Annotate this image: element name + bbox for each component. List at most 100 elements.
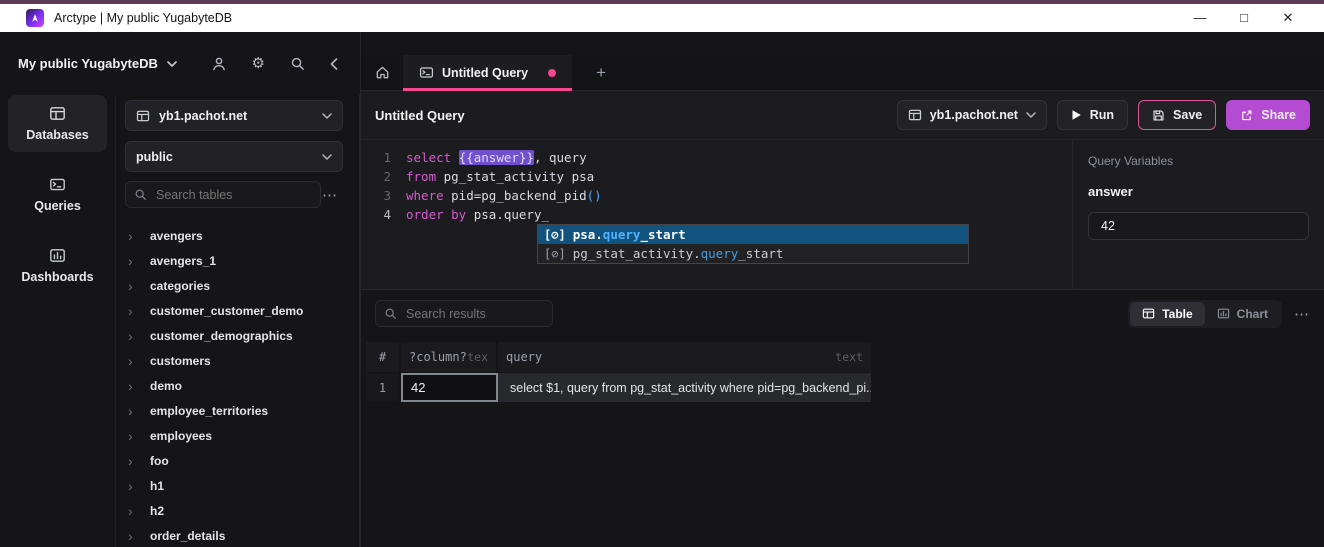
autocomplete-item-pg-stat-activity-query-start[interactable]: [⊘] pg_stat_activity.query_start xyxy=(538,244,968,263)
chevron-right-icon[interactable]: › xyxy=(128,504,142,518)
chevron-right-icon[interactable]: › xyxy=(128,429,142,443)
results-table-header: # ?column? tex query text xyxy=(366,342,871,372)
header-column-1[interactable]: ?column? tex xyxy=(401,342,498,372)
line-number: 1 xyxy=(361,148,391,167)
code-text: order by psa.query_ xyxy=(406,205,549,224)
table-item-demo[interactable]: › demo xyxy=(116,373,359,398)
share-button[interactable]: Share xyxy=(1226,100,1310,130)
table-name: foo xyxy=(150,454,169,468)
workspace-switcher[interactable]: My public YugabyteDB xyxy=(18,56,177,71)
workspace-name: My public YugabyteDB xyxy=(18,56,158,71)
code-line-3: 3 where pid=pg_backend_pid() xyxy=(361,186,1072,205)
table-name: h2 xyxy=(150,504,164,518)
table-item-foo[interactable]: › foo xyxy=(116,448,359,473)
table-icon xyxy=(1142,307,1155,320)
header-row-number: # xyxy=(366,342,401,372)
chevron-right-icon[interactable]: › xyxy=(128,404,142,418)
query-actions: yb1.pachot.net Run xyxy=(897,100,1310,130)
table-item-h1[interactable]: › h1 xyxy=(116,473,359,498)
table-name: demo xyxy=(150,379,182,393)
table-item-employee-territories[interactable]: ›employee_territories xyxy=(116,398,359,423)
chevron-right-icon[interactable]: › xyxy=(128,329,142,343)
table-name: avengers xyxy=(150,229,203,243)
table-item-avengers[interactable]: › avengers xyxy=(116,223,359,248)
query-cell-value[interactable]: select $1, query from pg_stat_activity w… xyxy=(498,373,871,402)
row-number-cell[interactable]: 1 xyxy=(366,373,401,402)
nav-item-dashboards[interactable]: Dashboards xyxy=(8,237,107,294)
selected-cell-value[interactable]: 42 xyxy=(401,373,498,402)
column-name: ?column? xyxy=(409,350,467,364)
view-table-button[interactable]: Table xyxy=(1130,302,1204,326)
tables-more-icon[interactable]: ⋯ xyxy=(322,186,343,204)
table-name: customer_demographics xyxy=(150,329,293,343)
variable-token: {{answer}} xyxy=(459,150,534,165)
collapse-sidebar-icon[interactable] xyxy=(330,58,338,70)
table-item-categories[interactable]: ›categories xyxy=(116,273,359,298)
run-button[interactable]: Run xyxy=(1057,100,1128,130)
schema-dropdown[interactable]: public xyxy=(125,141,343,172)
results-more-icon[interactable]: ⋯ xyxy=(1294,305,1310,323)
table-item-customer-customer-demo[interactable]: › customer_customer_demo xyxy=(116,298,359,323)
view-chart-button[interactable]: Chart xyxy=(1205,302,1280,326)
table-item-avengers-1[interactable]: › avengers_1 xyxy=(116,248,359,273)
chevron-down-icon xyxy=(167,61,177,67)
header-column-query[interactable]: query text xyxy=(498,342,871,372)
save-button[interactable]: Save xyxy=(1138,100,1216,130)
chevron-right-icon[interactable]: › xyxy=(128,479,142,493)
line-number: 3 xyxy=(361,186,391,205)
sql-editor[interactable]: 1 select {{answer}}, query 2 from pg_sta… xyxy=(361,140,1072,289)
code-text: where pid=pg_backend_pid() xyxy=(406,186,602,205)
main-top-spacer xyxy=(361,32,1324,56)
results-region: Table Chart ⋯ xyxy=(361,290,1324,547)
chevron-right-icon[interactable]: › xyxy=(128,354,142,368)
maximize-icon[interactable]: □ xyxy=(1222,4,1266,32)
chevron-right-icon[interactable]: › xyxy=(128,229,142,243)
search-icon[interactable] xyxy=(290,56,305,71)
home-tab[interactable] xyxy=(369,55,395,90)
left-body: Databases Queries Dashboards xyxy=(0,95,360,547)
view-chart-label: Chart xyxy=(1237,307,1268,321)
workspace-header: My public YugabyteDB ⚙ xyxy=(0,32,360,95)
chevron-right-icon[interactable]: › xyxy=(128,279,142,293)
chevron-right-icon[interactable]: › xyxy=(128,254,142,268)
connection-dropdown[interactable]: yb1.pachot.net xyxy=(125,100,343,131)
minimize-icon[interactable]: — xyxy=(1178,4,1222,32)
variable-value-input[interactable] xyxy=(1088,212,1309,240)
variable-name: answer xyxy=(1088,184,1309,199)
table-item-customers[interactable]: ›customers xyxy=(116,348,359,373)
view-table-label: Table xyxy=(1162,307,1192,321)
table-name: avengers_1 xyxy=(150,254,216,268)
query-title: Untitled Query xyxy=(375,108,465,123)
close-icon[interactable]: ✕ xyxy=(1266,4,1310,32)
chevron-right-icon[interactable]: › xyxy=(128,454,142,468)
line-number-active: 4 xyxy=(361,205,391,224)
chevron-right-icon[interactable]: › xyxy=(128,304,142,318)
table-item-employees[interactable]: ›employees xyxy=(116,423,359,448)
table-item-order-details[interactable]: ›order_details xyxy=(116,523,359,547)
column-type: tex xyxy=(467,350,488,364)
code-line-4: 4 order by psa.query_ xyxy=(361,205,1072,224)
new-tab-button[interactable]: + xyxy=(588,55,614,90)
search-results-input[interactable] xyxy=(375,300,553,327)
results-view-controls: Table Chart ⋯ xyxy=(1128,300,1314,328)
search-tables-input[interactable] xyxy=(125,181,321,208)
query-header: Untitled Query yb1.pachot.net xyxy=(361,91,1324,140)
user-icon[interactable] xyxy=(211,56,227,72)
window-title: Arctype | My public YugabyteDB xyxy=(54,11,232,25)
connection-name: yb1.pachot.net xyxy=(159,109,247,123)
left-pane: My public YugabyteDB ⚙ xyxy=(0,32,360,547)
gear-icon[interactable]: ⚙ xyxy=(252,56,265,71)
connection-selector[interactable]: yb1.pachot.net xyxy=(897,100,1047,130)
table-item-customer-demographics[interactable]: › customer_demographics xyxy=(116,323,359,348)
code-text: select {{answer}}, query xyxy=(406,148,587,167)
autocomplete-item-psa-query-start[interactable]: [⊘] psa.query_start xyxy=(538,225,968,244)
chevron-right-icon[interactable]: › xyxy=(128,379,142,393)
chevron-right-icon[interactable]: › xyxy=(128,529,142,543)
table-name: h1 xyxy=(150,479,164,493)
tab-untitled-query[interactable]: Untitled Query xyxy=(403,55,572,90)
databases-icon xyxy=(49,105,66,122)
nav-item-queries[interactable]: Queries xyxy=(8,166,107,223)
nav-item-databases[interactable]: Databases xyxy=(8,95,107,152)
table-name: customer_customer_demo xyxy=(150,304,303,318)
table-item-h2[interactable]: › h2 xyxy=(116,498,359,523)
